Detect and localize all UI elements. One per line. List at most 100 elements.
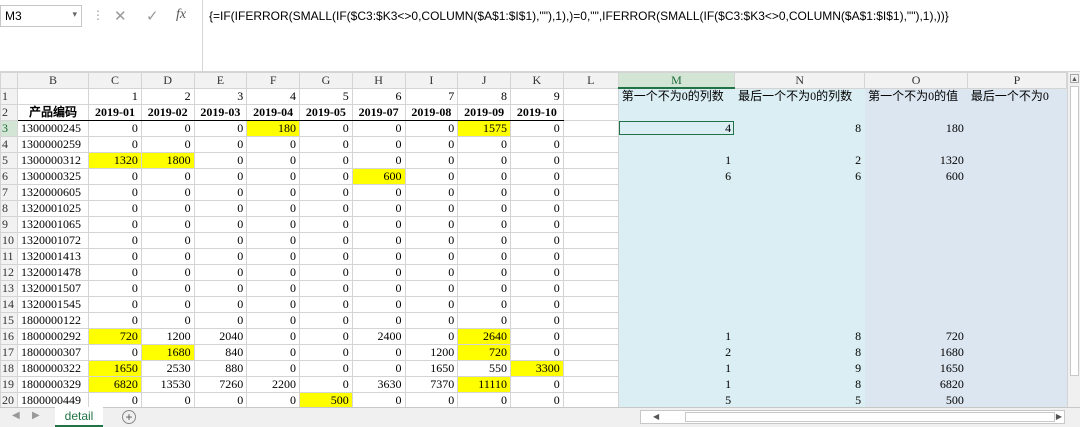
cell-j[interactable]: 0 bbox=[457, 135, 511, 153]
cell-o[interactable]: 180 bbox=[864, 119, 968, 137]
cell-k[interactable]: 9 bbox=[509, 87, 564, 105]
cell-o[interactable] bbox=[864, 311, 968, 329]
cell-c[interactable]: 0 bbox=[88, 167, 142, 185]
cell-d[interactable]: 0 bbox=[140, 279, 195, 297]
cell-i[interactable]: 0 bbox=[404, 263, 459, 281]
row-header[interactable]: 19 bbox=[0, 375, 18, 393]
cell-m[interactable] bbox=[617, 199, 736, 217]
row-header[interactable]: 18 bbox=[0, 359, 18, 377]
column-header-b[interactable]: B bbox=[16, 72, 90, 89]
cell-n[interactable] bbox=[734, 199, 866, 217]
cell-j[interactable]: 0 bbox=[457, 199, 511, 217]
cell-k[interactable]: 3300 bbox=[509, 359, 564, 377]
cell-k[interactable]: 0 bbox=[509, 391, 564, 407]
cell-e[interactable]: 0 bbox=[193, 215, 248, 233]
cell-m[interactable]: 第一个不为0的列数 bbox=[617, 87, 736, 105]
cell-l[interactable] bbox=[562, 327, 619, 345]
cell-o[interactable] bbox=[864, 263, 968, 281]
cell-p[interactable]: 最后一个不为0 bbox=[966, 87, 1067, 105]
row-header[interactable]: 17 bbox=[0, 343, 18, 361]
cell-f[interactable]: 0 bbox=[246, 295, 301, 313]
cell-d[interactable]: 0 bbox=[140, 231, 195, 249]
cell-i[interactable]: 0 bbox=[404, 247, 459, 265]
cell-b[interactable]: 1320001065 bbox=[16, 215, 90, 233]
cell-c[interactable]: 0 bbox=[88, 247, 142, 265]
cell-p[interactable] bbox=[966, 215, 1067, 233]
cell-e[interactable]: 2019-03 bbox=[193, 103, 248, 121]
cell-h[interactable]: 0 bbox=[351, 199, 406, 217]
cell-p[interactable] bbox=[966, 231, 1067, 249]
cell-k[interactable]: 0 bbox=[509, 279, 564, 297]
cell-i[interactable]: 0 bbox=[404, 167, 459, 185]
cell-m[interactable] bbox=[617, 215, 736, 233]
row-header[interactable]: 2 bbox=[0, 103, 18, 121]
cell-d[interactable]: 2530 bbox=[140, 359, 195, 377]
cell-b[interactable]: 1300000312 bbox=[16, 151, 90, 169]
cell-f[interactable]: 0 bbox=[246, 135, 301, 153]
cancel-icon[interactable]: ✕ bbox=[114, 7, 127, 25]
cell-k[interactable]: 0 bbox=[509, 183, 564, 201]
cell-p[interactable] bbox=[966, 135, 1067, 153]
cell-i[interactable]: 0 bbox=[404, 391, 459, 407]
cell-n[interactable]: 2 bbox=[734, 151, 866, 169]
cell-f[interactable]: 4 bbox=[246, 87, 301, 105]
cell-m[interactable]: 1 bbox=[617, 359, 736, 377]
cell-c[interactable]: 0 bbox=[88, 183, 142, 201]
cell-o[interactable]: 720 bbox=[864, 327, 968, 345]
cell-k[interactable]: 0 bbox=[509, 295, 564, 313]
cell-c[interactable]: 720 bbox=[88, 327, 142, 345]
cell-i[interactable]: 7370 bbox=[404, 375, 459, 393]
cell-i[interactable]: 0 bbox=[404, 135, 459, 153]
cell-h[interactable]: 0 bbox=[351, 279, 406, 297]
cell-b[interactable]: 1800000122 bbox=[16, 311, 90, 329]
cell-m[interactable] bbox=[617, 183, 736, 201]
cell-o[interactable]: 500 bbox=[864, 391, 968, 407]
cell-k[interactable]: 0 bbox=[509, 135, 564, 153]
cell-h[interactable]: 0 bbox=[351, 359, 406, 377]
cell-e[interactable]: 880 bbox=[193, 359, 248, 377]
cell-i[interactable]: 1200 bbox=[404, 343, 459, 361]
cell-b[interactable]: 产品编码 bbox=[16, 103, 90, 121]
cell-c[interactable]: 2019-01 bbox=[88, 103, 142, 121]
cell-m[interactable] bbox=[617, 311, 736, 329]
cell-o[interactable] bbox=[864, 231, 968, 249]
cell-b[interactable]: 1300000245 bbox=[16, 119, 90, 137]
scroll-up-icon[interactable]: ▲ bbox=[1070, 74, 1079, 83]
cell-h[interactable]: 0 bbox=[351, 295, 406, 313]
cell-f[interactable]: 0 bbox=[246, 279, 301, 297]
insert-function-icon[interactable]: fx bbox=[176, 7, 186, 23]
cell-n[interactable] bbox=[734, 295, 866, 313]
cell-p[interactable] bbox=[966, 391, 1067, 407]
cell-c[interactable]: 0 bbox=[88, 295, 142, 313]
selected-cell-m3[interactable]: 4 bbox=[617, 119, 736, 137]
cell-k[interactable]: 0 bbox=[509, 151, 564, 169]
cell-n[interactable] bbox=[734, 231, 866, 249]
cell-j[interactable]: 720 bbox=[457, 343, 511, 361]
cell-p[interactable] bbox=[966, 263, 1067, 281]
cell-m[interactable]: 1 bbox=[617, 375, 736, 393]
cell-n[interactable] bbox=[734, 215, 866, 233]
cell-c[interactable]: 1320 bbox=[88, 151, 142, 169]
cell-k[interactable]: 0 bbox=[509, 167, 564, 185]
cell-k[interactable]: 0 bbox=[509, 327, 564, 345]
cell-n[interactable] bbox=[734, 135, 866, 153]
cell-e[interactable]: 840 bbox=[193, 343, 248, 361]
enter-icon[interactable]: ✓ bbox=[146, 7, 159, 25]
cell-p[interactable] bbox=[966, 119, 1067, 137]
cell-d[interactable]: 0 bbox=[140, 391, 195, 407]
cell-p[interactable] bbox=[966, 167, 1067, 185]
name-box[interactable]: M3 ▾ bbox=[0, 5, 82, 27]
cell-p[interactable] bbox=[966, 375, 1067, 393]
cell-l[interactable] bbox=[562, 87, 619, 105]
cell-l[interactable] bbox=[562, 295, 619, 313]
cell-j[interactable]: 2019-09 bbox=[457, 103, 511, 121]
row-header[interactable]: 6 bbox=[0, 167, 18, 185]
cell-d[interactable]: 2 bbox=[140, 87, 195, 105]
cell-o[interactable] bbox=[864, 103, 968, 121]
cell-b[interactable]: 1320001413 bbox=[16, 247, 90, 265]
cell-b[interactable]: 1320001507 bbox=[16, 279, 90, 297]
cell-j[interactable]: 8 bbox=[457, 87, 511, 105]
cell-e[interactable]: 7260 bbox=[193, 375, 248, 393]
cell-g[interactable]: 0 bbox=[299, 231, 353, 249]
cell-k[interactable]: 0 bbox=[509, 247, 564, 265]
